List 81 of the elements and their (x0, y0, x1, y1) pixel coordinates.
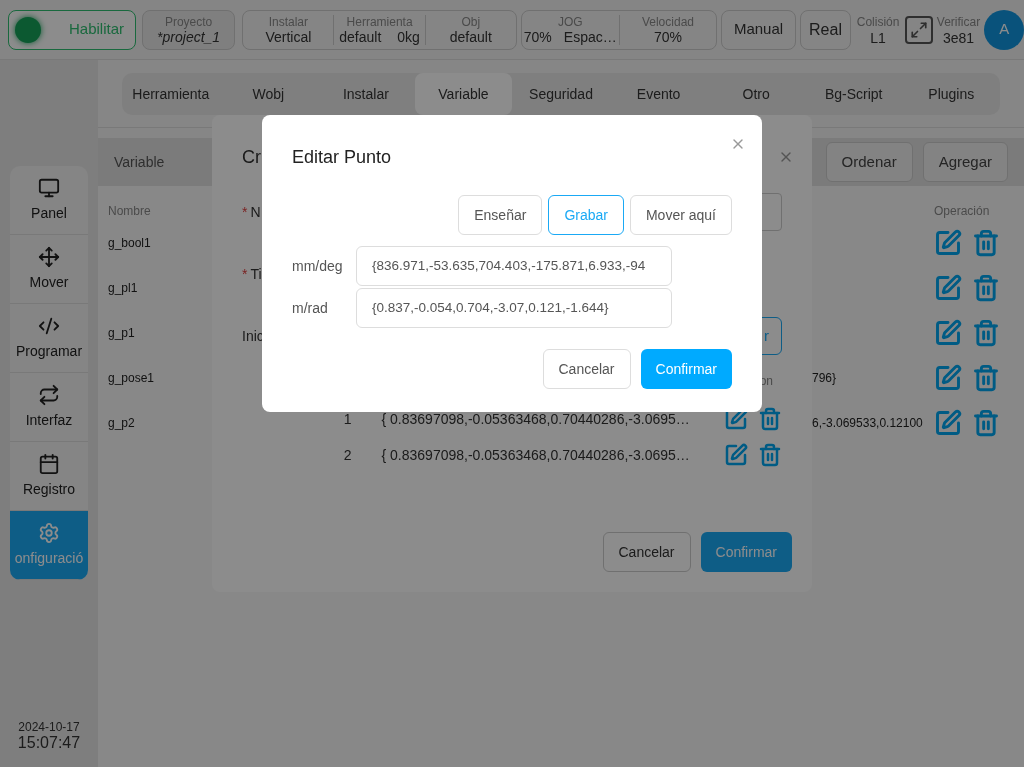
sidebar-item-icon (38, 452, 60, 475)
action-button[interactable]: Enseñar (458, 195, 543, 235)
settings-tab[interactable]: Herramienta (122, 73, 220, 115)
sidebar-item-icon (38, 245, 60, 268)
table-cell-text: 2 (342, 445, 353, 465)
value-field[interactable]: {836.971,-53.635,704.403,-175.871,6.933,-94 (356, 246, 672, 286)
field-label: mm/deg (292, 256, 344, 276)
table-cell: g_bool1 (108, 235, 151, 250)
settings-tab[interactable]: Variable (414, 73, 513, 115)
cancel-button[interactable]: Cancelar (602, 532, 691, 572)
collision-label: Colisión (856, 13, 900, 30)
table-cell-text: { 0.83697098,-0.05363468,0.70440286,-3.0695… (381, 445, 691, 465)
table-cell-text: { 0.83697098,-0.05363468,0.70440286,-3.0695… (381, 409, 691, 429)
column-header: Operación (934, 203, 990, 220)
info-label: Herramienta (346, 14, 413, 30)
column-header: Nombre (108, 204, 151, 218)
avatar[interactable]: A (984, 9, 1024, 50)
sidebar-item[interactable]: Panel (10, 166, 88, 235)
sidebar-item-icon (38, 383, 60, 406)
settings-tab[interactable]: Evento (609, 73, 708, 115)
field-label: Inic (242, 326, 264, 346)
table-cell: 796} (812, 370, 837, 385)
verify-value: 3e81 (942, 29, 975, 46)
delete-icon[interactable] (972, 363, 1000, 392)
action-button[interactable]: Grabar (548, 195, 624, 235)
table-cell-text: 1 (342, 409, 353, 429)
field-label: * N (242, 202, 261, 222)
info-value: 70% (653, 29, 682, 45)
table-cell: 6,-3.069533,0.12100 (812, 415, 923, 430)
settings-tab[interactable]: Instalar (317, 73, 415, 115)
jog-panel[interactable]: JOG 70% Espac… Velocidad 70% (520, 9, 718, 50)
date-text: 2024-10-17 (18, 719, 80, 735)
field-label: m/rad (292, 298, 329, 318)
collision-value: L1 (870, 29, 886, 46)
action-button[interactable]: Mover aquí (629, 195, 732, 235)
delete-icon[interactable] (972, 318, 1000, 347)
confirm-button[interactable]: Confirmar (640, 349, 732, 389)
sidebar-item[interactable]: Mover (10, 235, 88, 304)
info-value: default (339, 29, 382, 45)
dialog-title: Cr (242, 145, 261, 169)
panel-button[interactable]: Ordenar (825, 142, 913, 182)
cancel-button[interactable]: Cancelar (542, 349, 631, 389)
expand-icon (909, 20, 928, 39)
sidebar-item-icon (38, 521, 60, 544)
sidebar-item-icon (38, 176, 60, 199)
info-value: default (449, 29, 492, 45)
delete-icon[interactable] (972, 408, 1000, 437)
info-label: Velocidad (641, 14, 694, 30)
delete-icon[interactable] (758, 407, 782, 431)
delete-icon[interactable] (972, 228, 1000, 257)
info-value: Vertical (265, 29, 312, 45)
info-label: Obj (461, 14, 481, 30)
dialog-title: Editar Punto (292, 145, 392, 169)
info-value: Espac… (563, 29, 617, 45)
table-cell: g_pl1 (108, 280, 138, 295)
value-field[interactable]: {0.837,-0.054,0.704,-3.07,0.121,-1.644} (356, 288, 672, 328)
install-panel[interactable]: Instalar Vertical Herramienta default 0kg Obj default (242, 9, 517, 50)
field-label: * Ti (242, 264, 262, 284)
verify-label: Verificar (936, 13, 981, 30)
info-label: Instalar (268, 14, 309, 30)
sidebar-item[interactable]: Programar (10, 304, 88, 373)
settings-tab[interactable]: Otro (707, 73, 805, 115)
fullscreen-button[interactable] (904, 15, 933, 44)
info-value: 0kg (397, 29, 420, 45)
panel-button[interactable]: Agregar (922, 142, 1008, 182)
settings-tab[interactable]: Bg-Script (804, 73, 903, 115)
delete-icon[interactable] (758, 443, 782, 467)
time-text: 15:07:47 (17, 735, 81, 751)
table-cell: g_p1 (108, 325, 135, 340)
settings-tab[interactable]: Wobj (219, 73, 318, 115)
table-cell: g_pose1 (108, 370, 155, 385)
mode-button[interactable]: Manual (721, 9, 796, 50)
settings-tab[interactable]: Seguridad (512, 73, 610, 115)
settings-tab[interactable]: Plugins (902, 73, 1001, 115)
panel-title: Variable (114, 152, 165, 172)
real-button[interactable]: Real (799, 9, 852, 50)
info-value: 70% (523, 29, 552, 45)
delete-icon[interactable] (972, 273, 1000, 302)
table-cell: g_p2 (108, 415, 135, 430)
info-label: JOG (557, 14, 583, 30)
sidebar-item[interactable]: Interfaz (10, 373, 88, 442)
